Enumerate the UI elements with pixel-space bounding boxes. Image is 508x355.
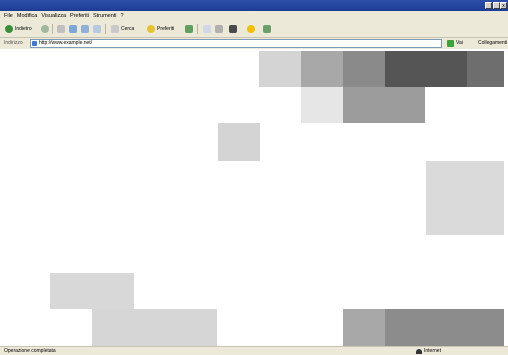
messenger-icon [247, 25, 255, 33]
title-bar: x [0, 0, 508, 11]
go-button[interactable]: Vai [446, 39, 468, 48]
home-button[interactable] [80, 24, 90, 34]
search-button[interactable]: Cerca [110, 24, 144, 34]
favorites-button[interactable]: Preferiti [146, 24, 182, 34]
content-tile [301, 51, 343, 87]
history-icon [185, 25, 193, 33]
page-content [0, 49, 508, 346]
toolbar-separator [52, 24, 53, 34]
address-label: Indirizzo [4, 40, 23, 46]
menu-view[interactable]: Visualizza [41, 11, 66, 21]
maximize-button[interactable] [493, 2, 500, 9]
menu-file[interactable]: File [4, 11, 13, 21]
content-tile [343, 51, 385, 87]
toolbar-separator [105, 24, 106, 34]
menu-help[interactable]: ? [121, 11, 124, 21]
back-label: Indietro [15, 26, 32, 32]
status-bar: Operazione completata Internet [0, 346, 508, 355]
content-tile [343, 309, 385, 346]
refresh-button[interactable] [68, 24, 78, 34]
forward-button[interactable] [40, 24, 50, 34]
history-button[interactable] [184, 24, 194, 34]
content-tile [385, 309, 504, 346]
stop-button[interactable] [56, 24, 66, 34]
print-button[interactable] [214, 24, 224, 34]
edit-button[interactable] [228, 24, 238, 34]
messenger-button[interactable] [246, 24, 256, 34]
edit-icon [229, 25, 237, 33]
go-icon [447, 40, 454, 47]
menu-favorites[interactable]: Preferiti [70, 11, 89, 21]
toolbar: Indietro Cerca Preferiti [0, 21, 508, 38]
address-input[interactable]: http://www.example.net/ [30, 39, 442, 48]
back-icon [5, 25, 13, 33]
favorites-label: Preferiti [157, 26, 175, 32]
security-zone: Internet [424, 348, 441, 354]
status-text: Operazione completata [4, 348, 56, 354]
browser-window: x File Modifica Visualizza Preferiti Str… [0, 0, 508, 355]
content-tile [218, 123, 260, 161]
stop-icon [57, 25, 65, 33]
content-tile [467, 51, 504, 87]
content-tile [301, 87, 343, 123]
page-button[interactable] [92, 24, 102, 34]
links-label[interactable]: Collegamenti [478, 39, 507, 48]
content-tile [92, 309, 217, 346]
forward-icon [41, 25, 49, 33]
mail-button[interactable] [202, 24, 212, 34]
search-icon [111, 25, 119, 33]
research-button[interactable] [262, 24, 272, 34]
refresh-icon [69, 25, 77, 33]
minimize-button[interactable] [485, 2, 492, 9]
home-icon [81, 25, 89, 33]
research-icon [263, 25, 271, 33]
mail-icon [203, 25, 211, 33]
content-tile [343, 87, 425, 123]
close-button[interactable]: x [500, 2, 507, 9]
print-icon [215, 25, 223, 33]
content-tile [259, 51, 301, 87]
back-button[interactable]: Indietro [4, 24, 38, 34]
content-tile [50, 273, 134, 309]
content-tile [385, 51, 467, 87]
search-label: Cerca [121, 26, 135, 32]
content-tile [426, 161, 504, 235]
menu-tools[interactable]: Strumenti [93, 11, 117, 21]
menu-edit[interactable]: Modifica [17, 11, 37, 21]
toolbar-separator [197, 24, 198, 34]
go-label: Vai [456, 40, 463, 46]
page-icon [93, 25, 101, 33]
page-favicon-icon [32, 41, 37, 46]
favorites-icon [147, 25, 155, 33]
internet-zone-icon [416, 349, 422, 354]
